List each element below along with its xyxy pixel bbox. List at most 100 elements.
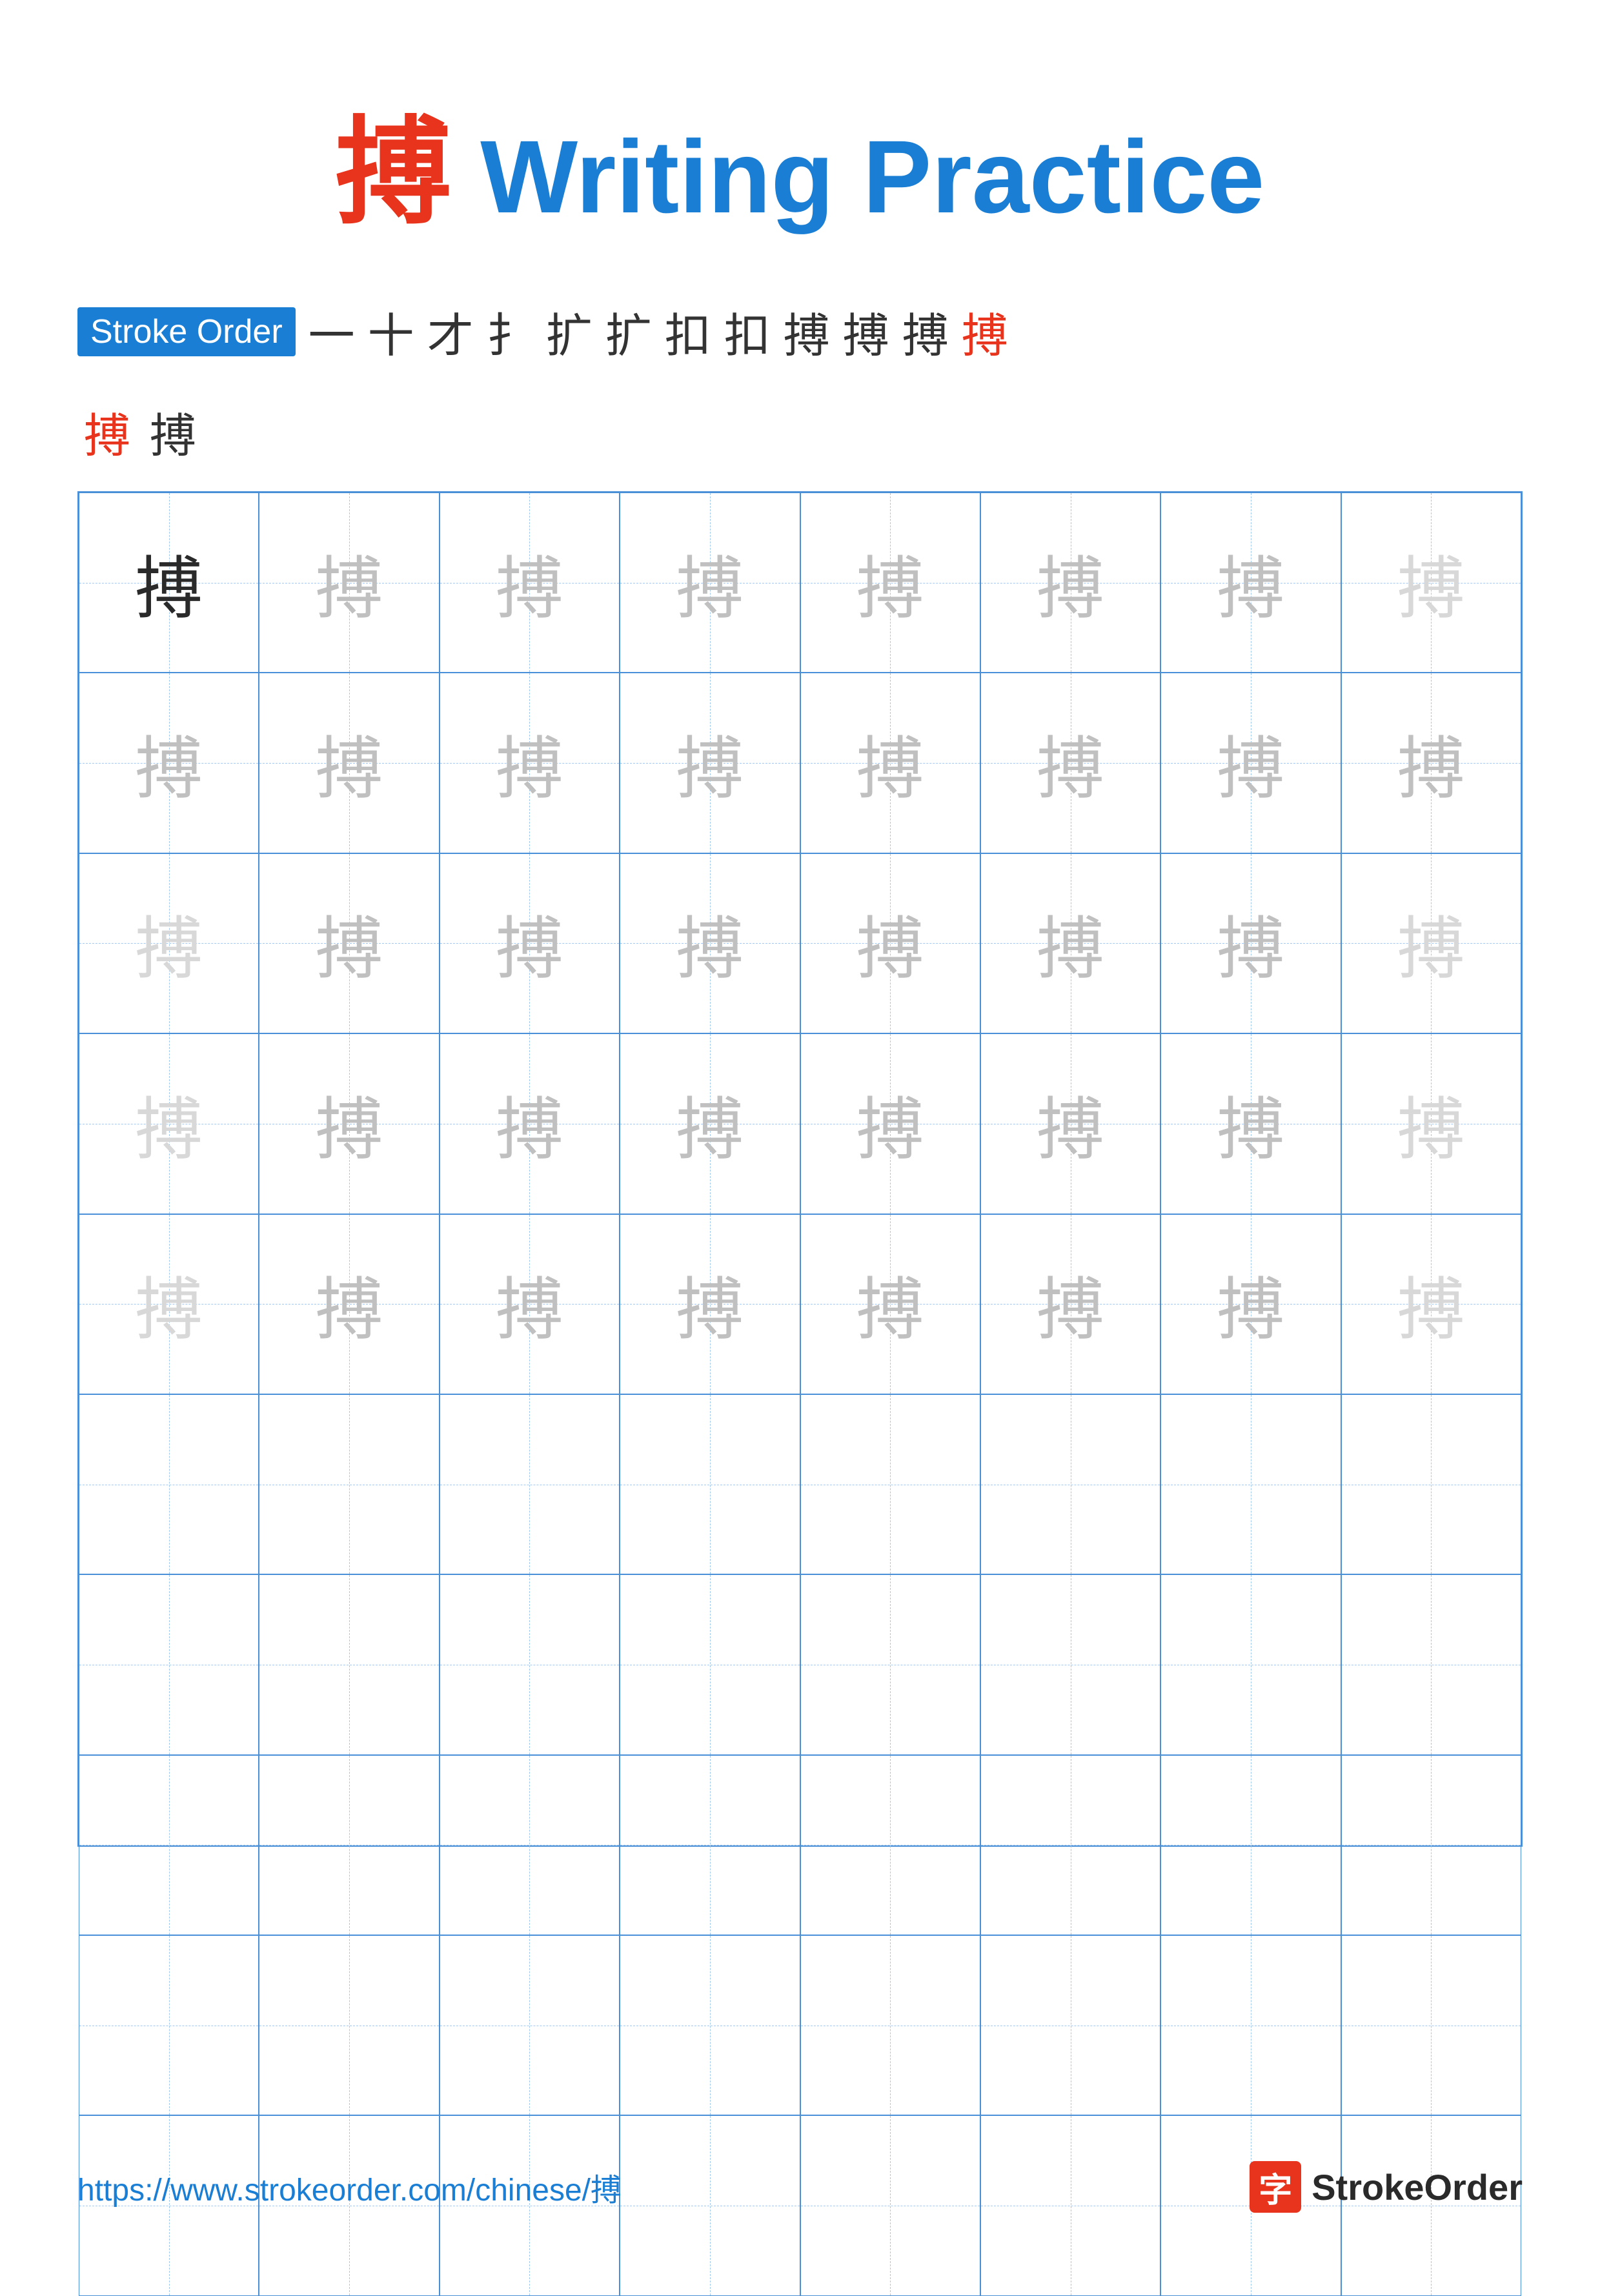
grid-cell[interactable]: 搏 bbox=[980, 853, 1160, 1033]
grid-cell[interactable]: 搏 bbox=[79, 1033, 259, 1214]
grid-cell[interactable]: 搏 bbox=[620, 1214, 800, 1394]
grid-cell[interactable]: 搏 bbox=[79, 673, 259, 853]
page: 搏 Writing Practice Stroke Order 一 十 才 扌 … bbox=[0, 0, 1600, 2264]
grid-cell[interactable] bbox=[620, 1935, 800, 2115]
grid-cell[interactable] bbox=[1341, 1574, 1521, 1754]
grid-cell[interactable] bbox=[259, 1935, 439, 2115]
grid-cell[interactable]: 搏 bbox=[79, 493, 259, 673]
stroke-char-8: 扣 bbox=[718, 298, 777, 365]
grid-cell[interactable]: 搏 bbox=[620, 673, 800, 853]
grid-cell[interactable] bbox=[800, 1935, 980, 2115]
grid-cell[interactable]: 搏 bbox=[1341, 1033, 1521, 1214]
footer-url: https://www.strokeorder.com/chinese/搏 bbox=[77, 2164, 622, 2210]
grid-cell[interactable] bbox=[800, 1574, 980, 1754]
grid-cell[interactable]: 搏 bbox=[980, 493, 1160, 673]
grid-cell[interactable]: 搏 bbox=[800, 493, 980, 673]
title-english-text: Writing Practice bbox=[452, 119, 1265, 234]
grid-cell[interactable] bbox=[259, 1755, 439, 1935]
grid-cell[interactable]: 搏 bbox=[440, 1033, 620, 1214]
grid-cell[interactable]: 搏 bbox=[620, 853, 800, 1033]
grid-cell[interactable] bbox=[620, 1394, 800, 1574]
writing-grid[interactable]: 搏搏搏搏搏搏搏搏搏搏搏搏搏搏搏搏搏搏搏搏搏搏搏搏搏搏搏搏搏搏搏搏搏搏搏搏搏搏搏搏 bbox=[77, 491, 1523, 1847]
grid-cell[interactable] bbox=[1341, 1755, 1521, 1935]
grid-cell[interactable] bbox=[800, 1755, 980, 1935]
grid-cell[interactable] bbox=[1160, 1755, 1341, 1935]
grid-cell[interactable] bbox=[1160, 1394, 1341, 1574]
grid-cell[interactable]: 搏 bbox=[259, 1033, 439, 1214]
grid-cell[interactable] bbox=[800, 1394, 980, 1574]
stroke-char-5: 扩 bbox=[540, 298, 599, 365]
footer-logo-text: StrokeOrder bbox=[1311, 2166, 1523, 2208]
footer: https://www.strokeorder.com/chinese/搏 字 … bbox=[77, 2161, 1523, 2213]
grid-cell[interactable]: 搏 bbox=[259, 493, 439, 673]
grid-cell[interactable]: 搏 bbox=[1160, 493, 1341, 673]
grid-cell[interactable]: 搏 bbox=[1160, 1033, 1341, 1214]
grid-cell[interactable] bbox=[1160, 1574, 1341, 1754]
grid-cell[interactable] bbox=[259, 1574, 439, 1754]
stroke-char-6: 扩 bbox=[599, 298, 658, 365]
grid-cell[interactable]: 搏 bbox=[1160, 853, 1341, 1033]
grid-cell[interactable]: 搏 bbox=[620, 493, 800, 673]
footer-logo-char: 字 bbox=[1259, 2163, 1292, 2211]
stroke-extra-row: 搏 搏 bbox=[77, 398, 1523, 465]
stroke-extra-2: 搏 bbox=[143, 398, 203, 465]
footer-logo: 字 StrokeOrder bbox=[1250, 2161, 1523, 2213]
grid-cell[interactable] bbox=[79, 1935, 259, 2115]
grid-cell[interactable]: 搏 bbox=[980, 1033, 1160, 1214]
grid-cell[interactable]: 搏 bbox=[620, 1033, 800, 1214]
stroke-chars-row: 一 十 才 扌 扩 扩 扣 扣 搏 搏 搏 搏 bbox=[302, 298, 1015, 365]
stroke-char-4: 扌 bbox=[480, 298, 540, 365]
stroke-char-1: 一 bbox=[302, 298, 361, 365]
grid-cell[interactable]: 搏 bbox=[1160, 673, 1341, 853]
grid-cell[interactable]: 搏 bbox=[79, 853, 259, 1033]
stroke-char-3: 才 bbox=[421, 298, 480, 365]
grid-cell[interactable] bbox=[1341, 1394, 1521, 1574]
grid-cell[interactable]: 搏 bbox=[440, 673, 620, 853]
grid-cell[interactable] bbox=[440, 1394, 620, 1574]
grid-cell[interactable] bbox=[440, 1755, 620, 1935]
stroke-order-badge: Stroke Order bbox=[77, 307, 296, 356]
stroke-char-7: 扣 bbox=[658, 298, 718, 365]
grid-cell[interactable]: 搏 bbox=[79, 1214, 259, 1394]
title-chinese-char: 搏 bbox=[336, 109, 452, 238]
grid-cell[interactable] bbox=[980, 1935, 1160, 2115]
grid-cell[interactable]: 搏 bbox=[1341, 853, 1521, 1033]
stroke-char-11: 搏 bbox=[896, 298, 955, 365]
footer-logo-icon: 字 bbox=[1250, 2161, 1301, 2213]
stroke-order-section: Stroke Order 一 十 才 扌 扩 扩 扣 扣 搏 搏 搏 搏 bbox=[77, 298, 1523, 365]
grid-cell[interactable] bbox=[1341, 1935, 1521, 2115]
grid-cell[interactable] bbox=[980, 1394, 1160, 1574]
grid-cell[interactable]: 搏 bbox=[1341, 493, 1521, 673]
stroke-char-9: 搏 bbox=[777, 298, 836, 365]
grid-cell[interactable]: 搏 bbox=[800, 1214, 980, 1394]
stroke-char-10: 搏 bbox=[836, 298, 896, 365]
grid-cell[interactable]: 搏 bbox=[259, 673, 439, 853]
grid-cell[interactable] bbox=[620, 1574, 800, 1754]
grid-cell[interactable]: 搏 bbox=[800, 1033, 980, 1214]
grid-cell[interactable]: 搏 bbox=[440, 493, 620, 673]
grid-cell[interactable]: 搏 bbox=[980, 673, 1160, 853]
stroke-char-2: 十 bbox=[361, 298, 421, 365]
title-section: 搏 Writing Practice bbox=[77, 77, 1523, 246]
grid-cell[interactable] bbox=[259, 1394, 439, 1574]
grid-cell[interactable] bbox=[79, 1394, 259, 1574]
grid-cell[interactable]: 搏 bbox=[1341, 1214, 1521, 1394]
grid-cell[interactable] bbox=[620, 1755, 800, 1935]
grid-cell[interactable] bbox=[980, 1755, 1160, 1935]
grid-cell[interactable]: 搏 bbox=[800, 673, 980, 853]
grid-cell[interactable]: 搏 bbox=[440, 1214, 620, 1394]
grid-cell[interactable]: 搏 bbox=[1341, 673, 1521, 853]
grid-cell[interactable]: 搏 bbox=[980, 1214, 1160, 1394]
grid-cell[interactable] bbox=[79, 1755, 259, 1935]
grid-cell[interactable]: 搏 bbox=[440, 853, 620, 1033]
grid-cell[interactable]: 搏 bbox=[1160, 1214, 1341, 1394]
grid-cell[interactable] bbox=[440, 1574, 620, 1754]
grid-cell[interactable]: 搏 bbox=[259, 853, 439, 1033]
grid-cell[interactable] bbox=[980, 1574, 1160, 1754]
grid-cell[interactable] bbox=[79, 1574, 259, 1754]
grid-cell[interactable] bbox=[1160, 1935, 1341, 2115]
grid-cell[interactable] bbox=[440, 1935, 620, 2115]
grid-cell[interactable]: 搏 bbox=[259, 1214, 439, 1394]
stroke-extra-1: 搏 bbox=[77, 398, 137, 465]
grid-cell[interactable]: 搏 bbox=[800, 853, 980, 1033]
